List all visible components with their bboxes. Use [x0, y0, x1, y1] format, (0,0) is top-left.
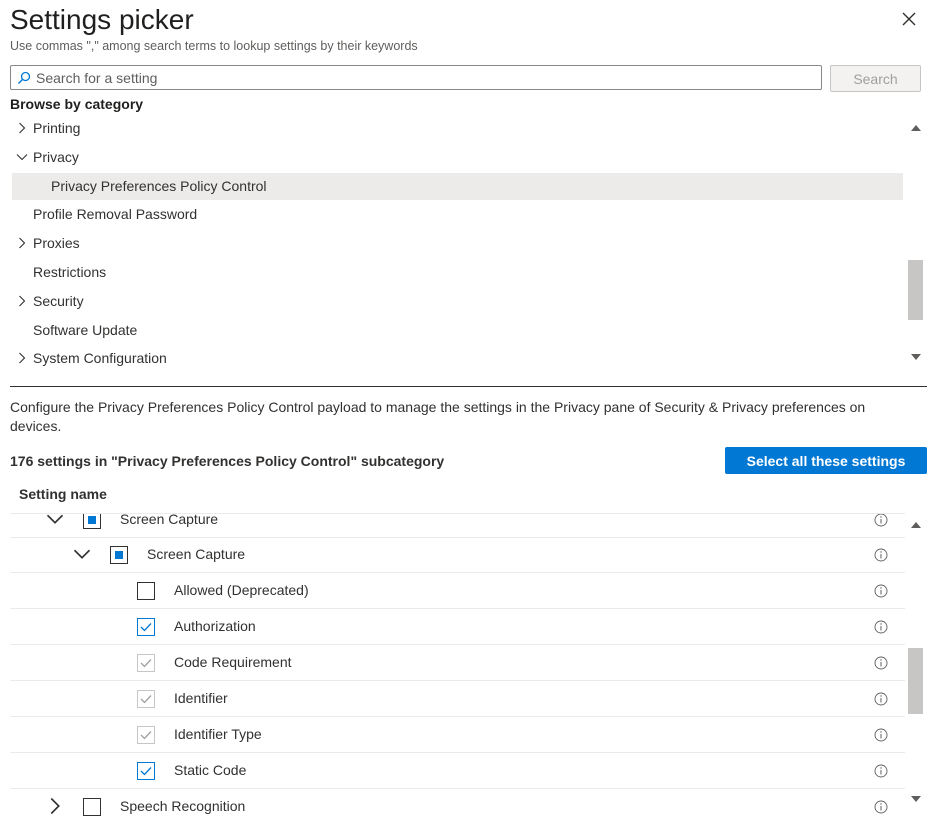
category-item[interactable]: Software Update [12, 317, 903, 344]
setting-row[interactable]: Screen Capture [10, 514, 905, 538]
setting-checkbox[interactable] [137, 762, 155, 780]
info-icon[interactable] [874, 692, 888, 706]
checkmark-icon [140, 767, 152, 776]
category-item[interactable]: Profile Removal Password [12, 201, 903, 228]
setting-label: Screen Capture [120, 514, 219, 527]
setting-row[interactable]: Identifier [10, 681, 905, 717]
category-item[interactable]: Restrictions [12, 259, 903, 286]
setting-checkbox [137, 654, 155, 672]
category-item[interactable]: Security [12, 288, 903, 315]
category-item-label: System Configuration [33, 350, 167, 367]
setting-label: Code Requirement [174, 654, 292, 670]
setting-checkbox[interactable] [83, 514, 101, 529]
chevron-down-icon[interactable] [16, 151, 28, 163]
chevron-down-icon[interactable] [73, 545, 91, 563]
select-all-button[interactable]: Select all these settings [725, 447, 927, 474]
setting-row[interactable]: Authorization [10, 609, 905, 645]
setting-checkbox [137, 726, 155, 744]
setting-label: Identifier Type [174, 726, 262, 742]
checkmark-icon [140, 623, 152, 632]
category-scrollbar[interactable] [907, 120, 924, 368]
category-item[interactable]: Proxies [12, 230, 903, 257]
subcategory-description: Configure the Privacy Preferences Policy… [10, 399, 866, 434]
checkmark-icon [140, 659, 152, 668]
category-list: Printing Privacy Privacy Preferences Polic… [10, 114, 905, 373]
category-item-label: Profile Removal Password [33, 206, 198, 223]
setting-checkbox[interactable] [137, 618, 155, 636]
scroll-up-arrow[interactable] [911, 125, 921, 131]
category-item[interactable]: Printing [12, 115, 903, 142]
scroll-down-arrow[interactable] [911, 796, 921, 802]
scroll-thumb[interactable] [908, 260, 923, 320]
setting-checkbox [137, 690, 155, 708]
checkmark-icon [140, 695, 152, 704]
scroll-up-arrow[interactable] [911, 522, 921, 528]
settings-count: 176 settings in "Privacy Preferences Pol… [10, 453, 445, 469]
setting-checkbox[interactable] [83, 798, 101, 816]
scroll-thumb[interactable] [908, 648, 923, 714]
info-icon[interactable] [874, 800, 888, 814]
category-item-label: Privacy Preferences Policy Control [51, 177, 267, 194]
setting-row[interactable]: Screen Capture [10, 537, 905, 573]
chevron-right-icon[interactable] [16, 352, 28, 364]
section-divider [10, 386, 927, 387]
category-item[interactable]: System Configuration [12, 345, 903, 372]
settings-scrollbar[interactable] [907, 516, 924, 808]
category-item-label: Software Update [33, 321, 138, 338]
setting-row[interactable]: Speech Recognition [10, 789, 905, 818]
setting-row[interactable]: Code Requirement [10, 645, 905, 681]
setting-label: Identifier [174, 690, 228, 706]
setting-label: Screen Capture [147, 546, 246, 562]
scroll-down-arrow[interactable] [911, 354, 921, 360]
settings-list: Screen Capture Screen Capture Allowed (Dep… [10, 514, 905, 818]
chevron-down-icon[interactable] [46, 514, 64, 528]
setting-label: Allowed (Deprecated) [174, 582, 309, 598]
setting-row[interactable]: Identifier Type [10, 717, 905, 753]
setting-label: Authorization [174, 618, 256, 634]
close-icon[interactable] [898, 8, 920, 30]
category-item-label: Proxies [33, 235, 80, 252]
setting-label: Speech Recognition [120, 798, 246, 814]
search-icon [18, 71, 31, 84]
search-input[interactable] [36, 67, 821, 88]
chevron-right-icon[interactable] [16, 122, 28, 134]
info-icon[interactable] [874, 620, 888, 634]
chevron-right-icon[interactable] [16, 295, 28, 307]
setting-row[interactable]: Static Code [10, 753, 905, 789]
info-icon[interactable] [874, 548, 888, 562]
page-title: Settings picker [10, 4, 194, 35]
info-icon[interactable] [874, 656, 888, 670]
category-item-label: Restrictions [33, 264, 107, 280]
category-item[interactable]: Privacy [12, 144, 903, 171]
setting-label: Static Code [174, 762, 247, 778]
setting-checkbox[interactable] [137, 582, 155, 600]
chevron-right-icon[interactable] [46, 797, 64, 815]
category-item-label: Privacy [33, 148, 79, 165]
setting-row[interactable]: Allowed (Deprecated) [10, 573, 905, 609]
setting-checkbox[interactable] [110, 546, 128, 564]
browse-heading: Browse by category [10, 96, 144, 112]
column-header-setting-name: Setting name [19, 486, 107, 502]
checkmark-icon [140, 731, 152, 740]
category-item[interactable]: Privacy Preferences Policy Control [12, 172, 903, 200]
info-icon[interactable] [874, 584, 888, 598]
category-item-label: Printing [33, 120, 81, 136]
page-subtitle: Use commas "," among search terms to loo… [10, 39, 418, 53]
chevron-right-icon[interactable] [16, 237, 28, 249]
info-icon[interactable] [874, 514, 888, 527]
search-field[interactable] [10, 65, 822, 90]
info-icon[interactable] [874, 764, 888, 778]
info-icon[interactable] [874, 728, 888, 742]
category-item-label: Security [33, 292, 84, 309]
search-button[interactable]: Search [830, 65, 921, 92]
